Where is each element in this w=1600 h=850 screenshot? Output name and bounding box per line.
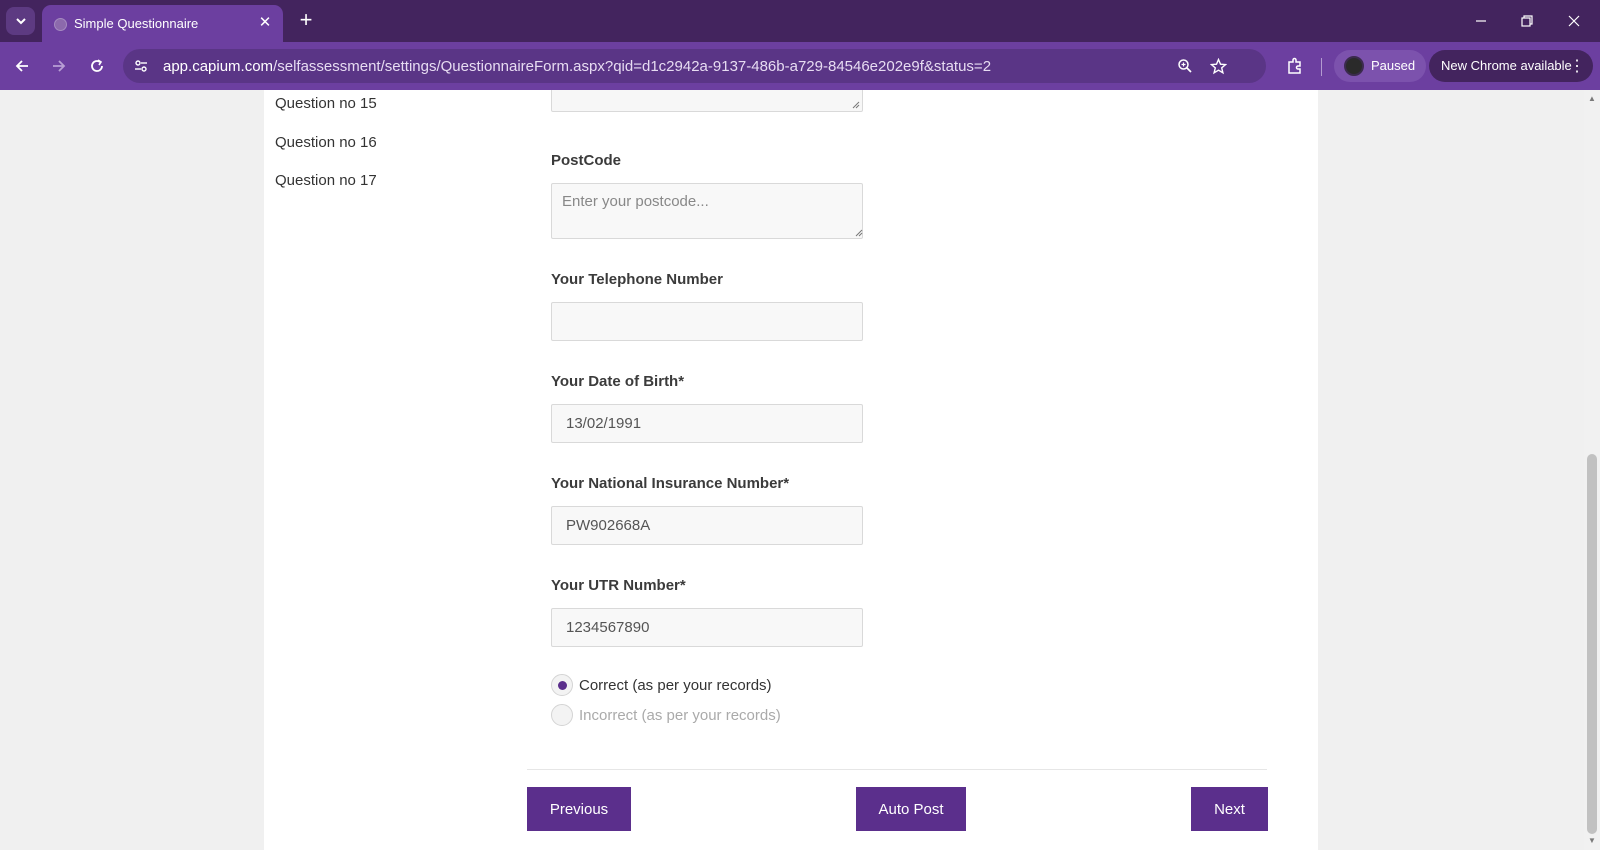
reload-icon[interactable] <box>85 54 109 78</box>
previous-button[interactable]: Previous <box>527 787 631 831</box>
dob-label: Your Date of Birth* <box>551 373 685 390</box>
extensions-icon[interactable] <box>1283 54 1307 78</box>
question-nav-item-15[interactable]: Question no 15 <box>275 95 377 112</box>
chrome-update-button[interactable]: New Chrome available ⋮ <box>1429 50 1593 82</box>
more-menu-icon[interactable]: ⋮ <box>1569 56 1585 76</box>
scroll-down-arrow-icon[interactable]: ▼ <box>1588 836 1596 845</box>
url-host: app.capium.com <box>163 58 274 75</box>
profile-button[interactable]: Paused <box>1334 50 1426 82</box>
close-tab-icon[interactable]: ✕ <box>256 14 274 32</box>
address-bar[interactable]: app.capium.com/selfassessment/settings/Q… <box>123 49 1266 83</box>
toolbar-separator <box>1321 58 1322 76</box>
tab-title: Simple Questionnaire <box>74 16 199 31</box>
auto-post-button[interactable]: Auto Post <box>856 787 966 831</box>
radio-option-incorrect[interactable]: Incorrect (as per your records) <box>551 704 781 726</box>
scroll-up-arrow-icon[interactable]: ▲ <box>1588 94 1596 103</box>
utr-label: Your UTR Number* <box>551 577 686 594</box>
resize-handle-icon[interactable] <box>852 101 860 109</box>
utr-input[interactable]: 1234567890 <box>551 608 863 647</box>
browser-toolbar: app.capium.com/selfassessment/settings/Q… <box>0 42 1600 90</box>
site-info-icon[interactable] <box>129 54 153 78</box>
telephone-label: Your Telephone Number <box>551 271 723 288</box>
minimize-icon[interactable] <box>1466 8 1496 34</box>
profile-status: Paused <box>1371 58 1416 73</box>
favicon-icon <box>54 18 67 31</box>
scrollbar-thumb[interactable] <box>1587 454 1597 834</box>
new-tab-icon[interactable]: + <box>294 9 318 33</box>
bookmark-star-icon[interactable] <box>1206 54 1230 78</box>
radio-option-correct[interactable]: Correct (as per your records) <box>551 674 772 696</box>
avatar <box>1344 56 1364 76</box>
tab-strip: Simple Questionnaire ✕ + <box>0 0 1600 42</box>
form-divider <box>527 769 1267 770</box>
ni-number-label: Your National Insurance Number* <box>551 475 790 492</box>
tab-search-chevron-icon[interactable] <box>6 7 35 35</box>
next-button[interactable]: Next <box>1191 787 1268 831</box>
dob-input[interactable]: 13/02/1991 <box>551 404 863 443</box>
page-viewport: Question no 15 Question no 16 Question n… <box>0 90 1584 850</box>
question-nav-item-17[interactable]: Question no 17 <box>275 172 377 189</box>
url-text[interactable]: app.capium.com/selfassessment/settings/Q… <box>163 58 991 75</box>
resize-handle-icon[interactable] <box>855 229 863 237</box>
radio-button-correct[interactable] <box>551 674 573 696</box>
url-path: /selfassessment/settings/QuestionnaireFo… <box>273 58 992 75</box>
browser-tab[interactable]: Simple Questionnaire ✕ <box>42 5 283 42</box>
questionnaire-card: Question no 15 Question no 16 Question n… <box>264 90 1318 850</box>
forward-icon[interactable] <box>47 54 71 78</box>
zoom-icon[interactable] <box>1173 54 1197 78</box>
chrome-update-label: New Chrome available <box>1441 58 1572 73</box>
radio-button-incorrect[interactable] <box>551 704 573 726</box>
postcode-label: PostCode <box>551 152 622 169</box>
ni-number-input[interactable]: PW902668A <box>551 506 863 545</box>
radio-label-incorrect: Incorrect (as per your records) <box>579 706 781 724</box>
address-textarea[interactable] <box>551 90 863 112</box>
page-scrollbar[interactable]: ▲ ▼ <box>1584 90 1600 850</box>
close-window-icon[interactable] <box>1559 8 1589 34</box>
back-icon[interactable] <box>10 54 34 78</box>
radio-label-correct: Correct (as per your records) <box>579 676 772 694</box>
restore-icon[interactable] <box>1512 8 1542 34</box>
question-nav-item-16[interactable]: Question no 16 <box>275 134 377 151</box>
postcode-input[interactable]: Enter your postcode... <box>551 183 863 239</box>
telephone-input[interactable] <box>551 302 863 341</box>
